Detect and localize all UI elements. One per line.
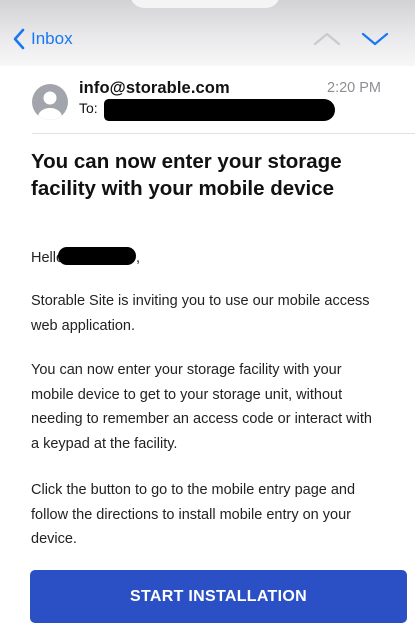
received-time: 2:20 PM (327, 80, 381, 96)
navigation-bar: Inbox (0, 0, 415, 66)
body-paragraph: Storable Site is inviting you to use our… (31, 293, 370, 334)
greeting-line: Hello, (31, 246, 383, 271)
to-label: To: (79, 100, 98, 116)
chevron-up-icon[interactable] (312, 28, 342, 50)
header-divider (32, 133, 415, 134)
chevron-down-icon[interactable] (360, 28, 390, 50)
redacted-recipient (104, 99, 335, 121)
body-paragraph: You can now enter your storage facility … (31, 362, 372, 452)
email-subject: You can now enter your storage facility … (31, 150, 342, 200)
back-label: Inbox (31, 29, 73, 48)
start-installation-button[interactable]: START INSTALLATION (30, 570, 407, 623)
body-paragraph: Click the button to go to the mobile ent… (31, 482, 356, 547)
email-screen: Inbox info@storable.com 2:20 PM To: You … (0, 0, 415, 636)
back-to-inbox-button[interactable]: Inbox (12, 26, 73, 52)
person-avatar-icon (32, 84, 68, 120)
redacted-name (58, 247, 137, 265)
status-notch (130, 0, 280, 8)
greeting-punctuation: , (136, 250, 141, 266)
chevron-left-icon (13, 28, 25, 50)
sender-address[interactable]: info@storable.com (79, 79, 230, 98)
